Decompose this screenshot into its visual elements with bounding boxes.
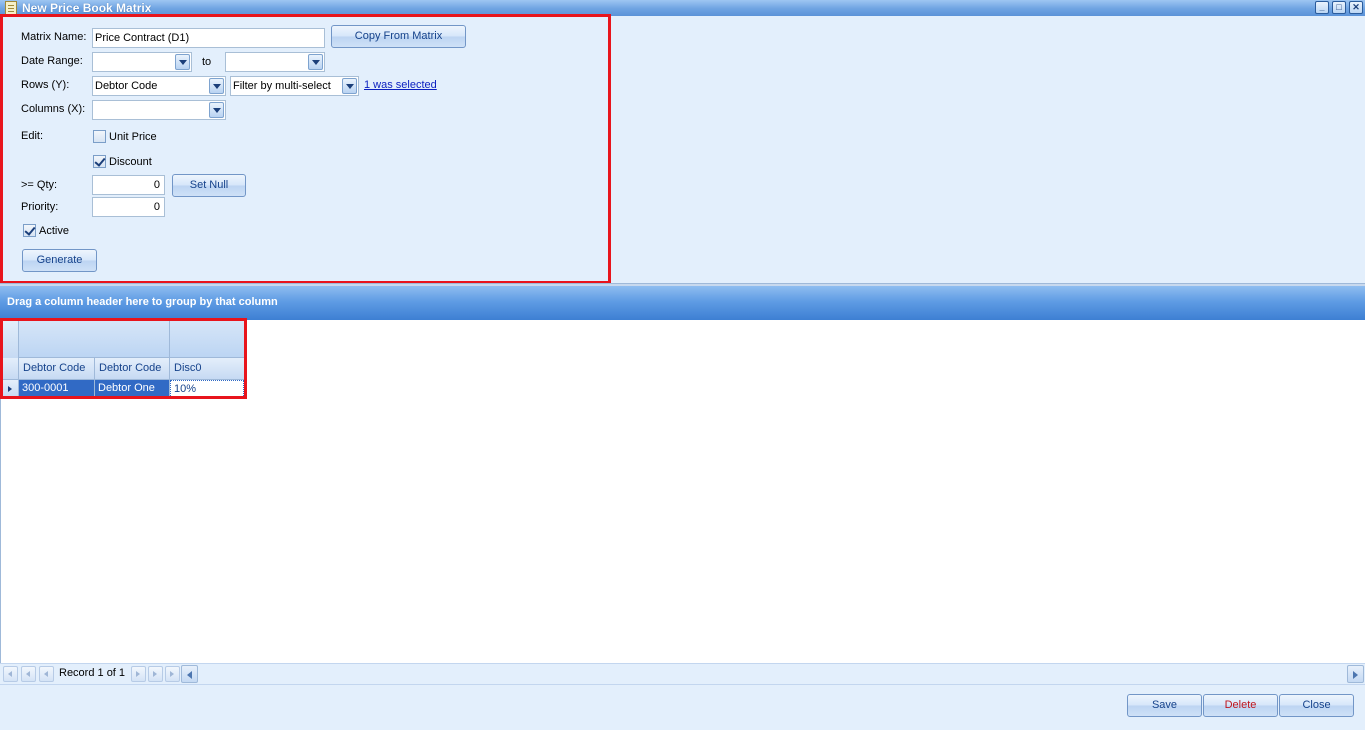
- table-cell[interactable]: Debtor One: [95, 380, 170, 398]
- form-panel: Matrix Name: Price Contract (D1) Copy Fr…: [0, 16, 1365, 283]
- qty-input[interactable]: 0: [92, 175, 165, 195]
- generate-button[interactable]: Generate: [22, 249, 97, 272]
- title-bar: New Price Book Matrix _ □ ✕: [0, 0, 1365, 16]
- column-header-disc0[interactable]: Disc0: [170, 358, 245, 380]
- rows-selected-link[interactable]: 1 was selected: [364, 79, 437, 91]
- rows-value: Debtor Code: [95, 80, 158, 92]
- close-button[interactable]: Close: [1279, 694, 1354, 717]
- record-navigator: Record 1 of 1: [0, 663, 1365, 684]
- last-record-icon[interactable]: [165, 666, 180, 682]
- band-cell: [170, 320, 245, 358]
- rows-label: Rows (Y):: [21, 79, 70, 91]
- matrix-name-label: Matrix Name:: [21, 31, 87, 43]
- date-from-combo[interactable]: [92, 52, 192, 72]
- band-indicator: [1, 320, 19, 358]
- column-header-debtor-code[interactable]: Debtor Code: [19, 358, 95, 380]
- rows-combo[interactable]: Debtor Code: [92, 76, 226, 96]
- matrix-name-input[interactable]: Price Contract (D1): [92, 28, 325, 48]
- band-header-row: [1, 320, 245, 358]
- chevron-down-icon[interactable]: [308, 54, 323, 70]
- copy-from-matrix-button[interactable]: Copy From Matrix: [331, 25, 466, 48]
- table-cell[interactable]: 300-0001: [19, 380, 95, 398]
- chevron-down-icon[interactable]: [342, 78, 357, 94]
- chevron-down-icon[interactable]: [175, 54, 190, 70]
- rows-filter-value: Filter by multi-select: [233, 80, 331, 92]
- delete-button[interactable]: Delete: [1203, 694, 1278, 717]
- header-indicator: [1, 358, 19, 380]
- prev-page-icon[interactable]: [21, 666, 36, 682]
- active-label: Active: [39, 225, 69, 237]
- window-title: New Price Book Matrix: [22, 1, 152, 15]
- next-page-icon[interactable]: [148, 666, 163, 682]
- rows-filter-combo[interactable]: Filter by multi-select: [230, 76, 359, 96]
- document-icon: [5, 1, 17, 15]
- active-checkbox[interactable]: [23, 224, 36, 237]
- next-record-icon[interactable]: [131, 666, 146, 682]
- qty-label: >= Qty:: [21, 179, 58, 191]
- priority-label: Priority:: [21, 201, 59, 213]
- chevron-down-icon[interactable]: [209, 78, 224, 94]
- group-panel-hint: Drag a column header here to group by th…: [7, 296, 278, 308]
- save-button[interactable]: Save: [1127, 694, 1202, 717]
- date-to-combo[interactable]: [225, 52, 325, 72]
- discount-checkbox[interactable]: [93, 155, 106, 168]
- chevron-down-icon[interactable]: [209, 102, 224, 118]
- edit-label: Edit:: [21, 130, 44, 142]
- action-bar: Save Delete Close: [0, 684, 1365, 730]
- group-by-panel[interactable]: Drag a column header here to group by th…: [0, 286, 1365, 320]
- maximize-button[interactable]: □: [1332, 1, 1346, 14]
- scroll-left-icon[interactable]: [181, 665, 198, 683]
- row-pointer-icon: [8, 386, 12, 392]
- first-record-icon[interactable]: [3, 666, 18, 682]
- unit-price-checkbox[interactable]: [93, 130, 106, 143]
- columns-combo[interactable]: [92, 100, 226, 120]
- column-header-debtor-code-2[interactable]: Debtor Code: [95, 358, 170, 380]
- discount-label: Discount: [109, 156, 152, 168]
- date-to-label: to: [202, 56, 212, 68]
- set-null-button[interactable]: Set Null: [172, 174, 246, 197]
- matrix-grid: Debtor Code Debtor Code Disc0 300-0001 D…: [0, 320, 1365, 664]
- band-cell: [19, 320, 170, 358]
- record-counter: Record 1 of 1: [59, 667, 126, 679]
- columns-label: Columns (X):: [21, 103, 86, 115]
- unit-price-label: Unit Price: [109, 131, 157, 143]
- prev-record-icon[interactable]: [39, 666, 54, 682]
- priority-input[interactable]: 0: [92, 197, 165, 217]
- close-window-button[interactable]: ✕: [1349, 1, 1363, 14]
- minimize-button[interactable]: _: [1315, 1, 1329, 14]
- scroll-right-icon[interactable]: [1347, 665, 1364, 683]
- table-cell[interactable]: 10%: [170, 380, 244, 398]
- date-range-label: Date Range:: [21, 55, 83, 67]
